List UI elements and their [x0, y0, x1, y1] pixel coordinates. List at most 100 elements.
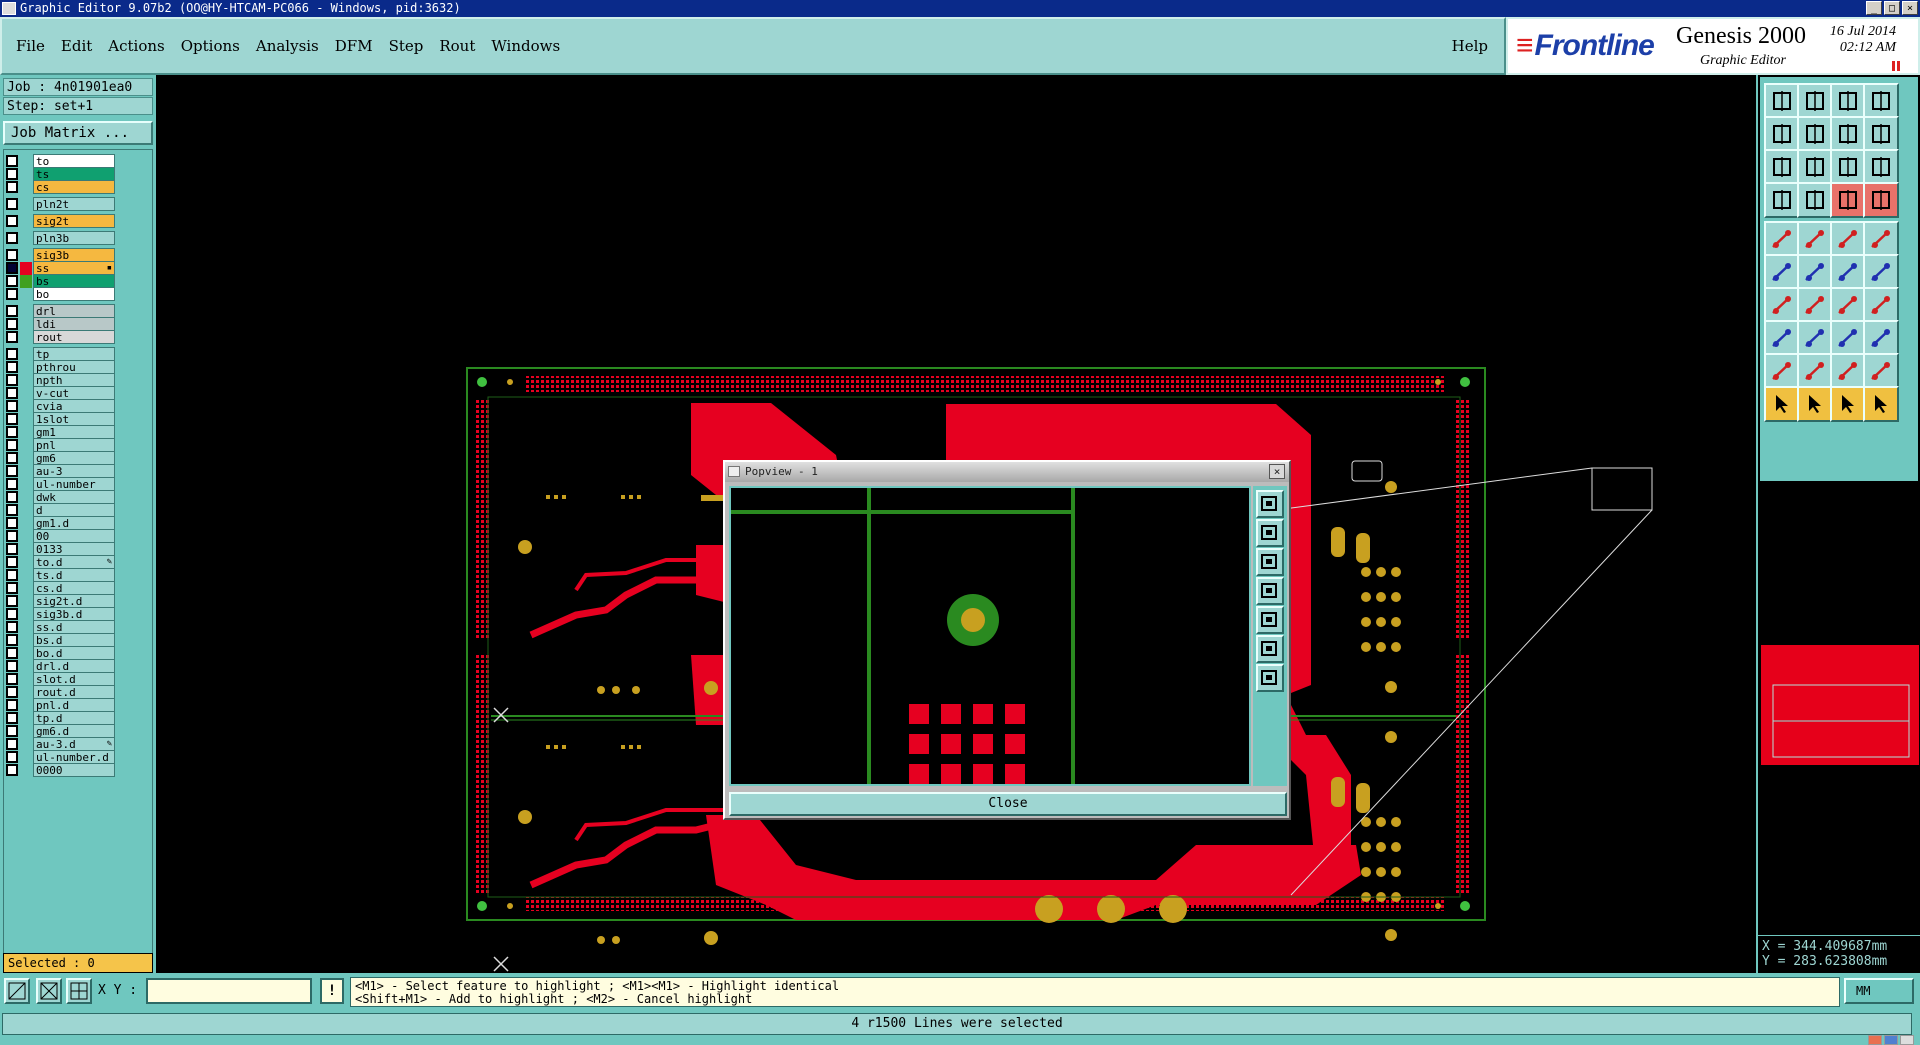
layer-name[interactable]: pnl.d: [33, 698, 115, 712]
layer-row[interactable]: sig2t.d: [6, 594, 115, 608]
layer-row[interactable]: npth: [6, 373, 115, 387]
layer-checkbox[interactable]: [6, 543, 18, 555]
popview-canvas[interactable]: [729, 486, 1251, 786]
select-multi-tool-button[interactable]: [1863, 386, 1899, 422]
help-query-tool-button[interactable]: [1863, 149, 1899, 185]
fix-tool-button[interactable]: [1863, 287, 1899, 323]
layer-row[interactable]: to: [6, 154, 115, 168]
layer-row[interactable]: ts.d: [6, 568, 115, 582]
zoom-fit-tool-button[interactable]: [1764, 149, 1800, 185]
layer-color-swatch[interactable]: [20, 738, 32, 751]
pad-add-tool-button[interactable]: [1764, 320, 1800, 356]
layer-name[interactable]: gm1: [33, 425, 115, 439]
layer-color-swatch[interactable]: [20, 452, 32, 465]
layer-checkbox[interactable]: [6, 595, 18, 607]
layer-row[interactable]: bs.d: [6, 633, 115, 647]
menu-help[interactable]: Help: [1452, 37, 1488, 55]
layer-checkbox[interactable]: [6, 582, 18, 594]
layer-checkbox[interactable]: [6, 348, 18, 360]
layer-color-swatch[interactable]: [20, 491, 32, 504]
maximize-button[interactable]: □: [1884, 1, 1900, 15]
layer-row[interactable]: pln2t: [6, 197, 115, 211]
layer-row[interactable]: pnl: [6, 438, 115, 452]
layer-row[interactable]: to.d ✎: [6, 555, 115, 569]
layer-checkbox[interactable]: [6, 725, 18, 737]
pan-right-tool-button[interactable]: [1797, 116, 1833, 152]
layer-name[interactable]: v-cut: [33, 386, 115, 400]
layer-name[interactable]: ts.d: [33, 568, 115, 582]
layer-row[interactable]: rout.d: [6, 685, 115, 699]
pointer-tool-button[interactable]: [1764, 386, 1800, 422]
layer-color-swatch[interactable]: [20, 215, 32, 228]
menu-windows[interactable]: Windows: [491, 37, 560, 55]
layout-tool-button[interactable]: [1863, 83, 1899, 119]
layer-row[interactable]: 0000: [6, 763, 115, 777]
copy-tool-button[interactable]: [1863, 320, 1899, 356]
layer-row[interactable]: sig3b: [6, 248, 115, 262]
layer-color-swatch[interactable]: [20, 413, 32, 426]
layer-checkbox[interactable]: [6, 751, 18, 763]
select-tool-button[interactable]: [1797, 386, 1833, 422]
layer-color-swatch[interactable]: [20, 288, 32, 301]
popview-fit-button[interactable]: [1256, 490, 1284, 518]
layer-name[interactable]: ts: [33, 167, 115, 181]
popview-zoom-button[interactable]: [1256, 635, 1284, 663]
snap-red-tool-button[interactable]: [1830, 182, 1866, 218]
layer-checkbox[interactable]: [6, 686, 18, 698]
layer-name[interactable]: sig2t.d: [33, 594, 115, 608]
layer-checkbox[interactable]: [6, 331, 18, 343]
layer-checkbox[interactable]: [6, 387, 18, 399]
layer-row[interactable]: bo: [6, 287, 115, 301]
layer-row[interactable]: drl.d: [6, 659, 115, 673]
pan-both-tool-button[interactable]: [1830, 116, 1866, 152]
layer-color-swatch[interactable]: [20, 261, 32, 275]
layer-checkbox[interactable]: [6, 517, 18, 529]
layer-row[interactable]: sig2t: [6, 214, 115, 228]
layer-color-swatch[interactable]: [20, 569, 32, 582]
move-line-tool-button[interactable]: [1797, 320, 1833, 356]
layer-checkbox[interactable]: [6, 426, 18, 438]
draw-line-tool-button[interactable]: [1764, 287, 1800, 323]
layer-row[interactable]: 1slot: [6, 412, 115, 426]
layer-name[interactable]: au-3: [33, 464, 115, 478]
layer-color-swatch[interactable]: [20, 249, 32, 262]
layer-color-swatch[interactable]: [20, 374, 32, 387]
layer-name[interactable]: rout: [33, 330, 115, 344]
layer-color-swatch[interactable]: [20, 686, 32, 699]
layer-color-swatch[interactable]: [20, 751, 32, 764]
layer-color-swatch[interactable]: [20, 660, 32, 673]
layer-name[interactable]: pthrou: [33, 360, 115, 374]
circle-tool-button[interactable]: [1863, 221, 1899, 257]
layer-checkbox[interactable]: [6, 305, 18, 317]
layer-color-swatch[interactable]: [20, 465, 32, 478]
triangle-tool-button[interactable]: [1764, 353, 1800, 389]
layer-color-swatch[interactable]: [20, 274, 32, 288]
layer-checkbox[interactable]: [6, 155, 18, 167]
layer-name[interactable]: tp.d: [33, 711, 115, 725]
line-pads-tool-button[interactable]: [1830, 254, 1866, 290]
layer-color-swatch[interactable]: [20, 556, 32, 569]
help-tray-icon[interactable]: [1884, 1035, 1898, 1045]
scale-1-2-tool-button[interactable]: [1830, 149, 1866, 185]
layer-color-swatch[interactable]: [20, 387, 32, 400]
angle-tool-button[interactable]: [1797, 353, 1833, 389]
layer-name[interactable]: dwk: [33, 490, 115, 504]
polygon-tool-button[interactable]: [1830, 353, 1866, 389]
layer-color-swatch[interactable]: [20, 582, 32, 595]
layer-name[interactable]: drl: [33, 304, 115, 318]
layer-checkbox[interactable]: [6, 699, 18, 711]
layer-checkbox[interactable]: [6, 530, 18, 542]
layer-row[interactable]: au-3.d ✎: [6, 737, 115, 751]
select-alt-tool-button[interactable]: [1830, 386, 1866, 422]
layer-name[interactable]: bo: [33, 287, 115, 301]
layer-color-swatch[interactable]: [20, 331, 32, 344]
snap-red-alt-tool-button[interactable]: [1863, 182, 1899, 218]
layer-checkbox[interactable]: [6, 608, 18, 620]
popview-close-button[interactable]: Close: [729, 792, 1287, 816]
layer-name[interactable]: bs.d: [33, 633, 115, 647]
layer-row[interactable]: ldi: [6, 317, 115, 331]
layer-row[interactable]: d: [6, 503, 115, 517]
tray-icon[interactable]: [1900, 1035, 1914, 1045]
layer-name[interactable]: 0000: [33, 763, 115, 777]
overview-minimap[interactable]: [1761, 645, 1919, 765]
